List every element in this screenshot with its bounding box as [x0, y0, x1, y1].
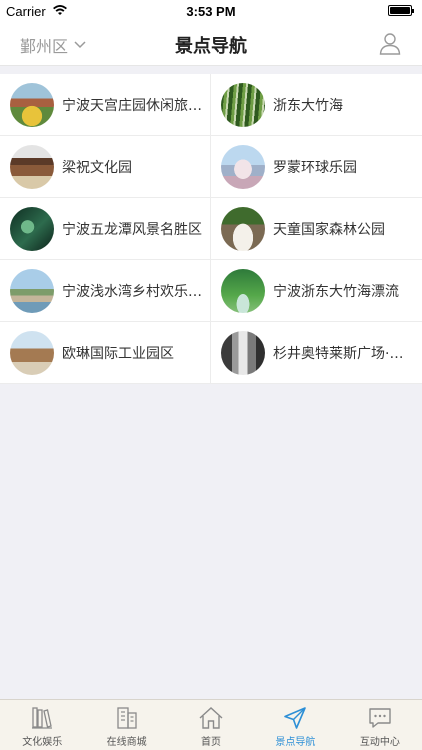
spot-label: 宁波天宫庄园休闲旅游区: [62, 98, 206, 114]
spot-thumbnail: [221, 83, 265, 127]
spot-thumbnail: [221, 331, 265, 375]
tab-label: 互动中心: [359, 737, 400, 748]
spot-thumbnail: [10, 83, 54, 127]
spot-label: 宁波浅水湾乡村欢乐世界: [62, 284, 206, 300]
tab-label: 文化娱乐: [22, 737, 63, 748]
grid-row: 宁波天宫庄园休闲旅游区 浙东大竹海: [0, 74, 422, 136]
spot-label: 欧琳国际工业园区: [62, 346, 174, 362]
page-title: 景点导航: [175, 36, 247, 57]
scenic-spot-grid: 宁波天宫庄园休闲旅游区 浙东大竹海 梁祝文化园 罗蒙环球乐园 宁波五龙潭风景名胜…: [0, 74, 422, 384]
navigation-arrow-icon: [284, 707, 307, 729]
spot-item[interactable]: 宁波天宫庄园休闲旅游区: [0, 74, 211, 136]
user-profile-icon[interactable]: [378, 31, 402, 55]
spot-thumbnail: [10, 269, 54, 313]
tab-bar: 文化娱乐 在线商城 首页 景点导航 互动中心: [0, 699, 422, 750]
spot-label: 宁波五龙潭风景名胜区: [62, 222, 202, 238]
tab-home[interactable]: 首页: [169, 700, 253, 750]
building-icon: [116, 707, 137, 729]
spot-item[interactable]: 梁祝文化园: [0, 136, 211, 198]
tab-scenic-navigation[interactable]: 景点导航: [253, 700, 337, 750]
grid-row: 宁波浅水湾乡村欢乐世界 宁波浙东大竹海漂流: [0, 260, 422, 322]
spot-item[interactable]: 宁波五龙潭风景名胜区: [0, 198, 211, 260]
spot-label: 宁波浙东大竹海漂流: [273, 284, 399, 300]
spot-thumbnail: [10, 207, 54, 251]
spot-label: 浙东大竹海: [273, 98, 343, 114]
tab-interaction-center[interactable]: 互动中心: [338, 700, 422, 750]
spot-item[interactable]: 罗蒙环球乐园: [211, 136, 422, 198]
spot-thumbnail: [221, 145, 265, 189]
chat-bubble-icon: [369, 708, 391, 728]
spot-label: 杉井奥特莱斯广场·宁波: [273, 346, 417, 362]
status-time: 3:53 PM: [186, 4, 236, 19]
spot-label: 天童国家森林公园: [273, 222, 385, 238]
spot-item[interactable]: 天童国家森林公园: [211, 198, 422, 260]
spot-item[interactable]: 浙东大竹海: [211, 74, 422, 136]
spot-label: 罗蒙环球乐园: [273, 160, 357, 176]
spot-item[interactable]: 杉井奥特莱斯广场·宁波: [211, 322, 422, 384]
home-icon: [199, 707, 223, 729]
spot-label: 梁祝文化园: [62, 160, 132, 176]
grid-row: 宁波五龙潭风景名胜区 天童国家森林公园: [0, 198, 422, 260]
navigation-bar: 鄞州区 景点导航: [0, 22, 422, 66]
spot-thumbnail: [10, 145, 54, 189]
tab-label: 景点导航: [275, 737, 316, 748]
books-icon: [32, 707, 53, 729]
spot-thumbnail: [221, 269, 265, 313]
tab-label: 在线商城: [106, 737, 147, 748]
spot-item[interactable]: 欧琳国际工业园区: [0, 322, 211, 384]
header-gap: [0, 66, 422, 74]
grid-row: 梁祝文化园 罗蒙环球乐园: [0, 136, 422, 198]
tab-label: 首页: [201, 737, 222, 748]
grid-row: 欧琳国际工业园区 杉井奥特莱斯广场·宁波: [0, 322, 422, 384]
spot-item[interactable]: 宁波浅水湾乡村欢乐世界: [0, 260, 211, 322]
spot-thumbnail: [10, 331, 54, 375]
spot-thumbnail: [221, 207, 265, 251]
status-bar: Carrier 3:53 PM: [0, 0, 422, 22]
battery-icon: [388, 5, 414, 16]
tab-online-mall[interactable]: 在线商城: [84, 700, 168, 750]
tab-culture-entertainment[interactable]: 文化娱乐: [0, 700, 84, 750]
spot-item[interactable]: 宁波浙东大竹海漂流: [211, 260, 422, 322]
